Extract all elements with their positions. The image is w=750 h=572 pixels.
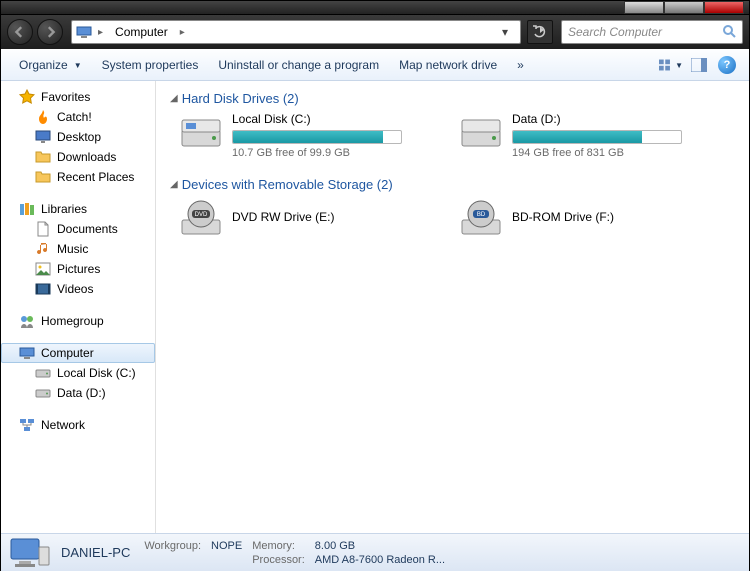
help-button[interactable]: ? [715, 53, 739, 77]
dvd-drive-icon: DVD [180, 198, 222, 240]
status-memory-label: Memory: [252, 540, 305, 552]
title-bar [1, 1, 749, 15]
main-area: Favorites Catch! Desktop Downloads Recen… [1, 81, 749, 533]
navigation-pane: Favorites Catch! Desktop Downloads Recen… [1, 81, 156, 533]
drive-bd-rom-f[interactable]: BD BD-ROM Drive (F:) [460, 198, 720, 240]
folder-icon [35, 169, 51, 185]
status-computer-name: DANIEL-PC [61, 545, 130, 560]
pictures-icon [35, 261, 51, 277]
sidebar-libraries-header[interactable]: Libraries [1, 199, 155, 219]
drive-dvd-rw-e[interactable]: DVD DVD RW Drive (E:) [180, 198, 440, 240]
address-bar[interactable]: ▸ Computer ▸ ▾ [71, 20, 521, 44]
sidebar-network[interactable]: Network [1, 415, 155, 435]
sidebar-item-music[interactable]: Music [1, 239, 155, 259]
status-processor-label: Processor: [252, 554, 305, 566]
status-workgroup-label: Workgroup: [144, 540, 201, 552]
drive-label: Data (D:) [512, 112, 720, 126]
group-removable-storage[interactable]: ◢ Devices with Removable Storage (2) [170, 177, 735, 192]
breadcrumb-separator-icon[interactable]: ▸ [96, 27, 105, 38]
command-bar: Organize▼ System properties Uninstall or… [1, 49, 749, 81]
uninstall-program-button[interactable]: Uninstall or change a program [210, 54, 387, 76]
toolbar-overflow-button[interactable]: » [509, 54, 532, 76]
collapse-icon: ◢ [170, 179, 178, 190]
chevron-down-icon: ▼ [675, 61, 683, 70]
details-pane: DANIEL-PC Workgroup: NOPE Memory: 8.00 G… [1, 533, 749, 571]
flame-icon [35, 109, 51, 125]
organize-button[interactable]: Organize▼ [11, 54, 90, 76]
collapse-icon: ◢ [170, 93, 178, 104]
computer-icon [76, 24, 92, 40]
group-hard-disk-drives[interactable]: ◢ Hard Disk Drives (2) [170, 91, 735, 106]
folder-icon [35, 149, 51, 165]
sidebar-item-desktop[interactable]: Desktop [1, 127, 155, 147]
sidebar-item-videos[interactable]: Videos [1, 279, 155, 299]
drive-data-d[interactable]: Data (D:) 194 GB free of 831 GB [460, 112, 720, 159]
drive-icon [35, 385, 51, 401]
star-icon [19, 89, 35, 105]
breadcrumb-computer[interactable]: Computer [109, 21, 174, 43]
desktop-icon [35, 129, 51, 145]
address-dropdown-button[interactable]: ▾ [494, 21, 516, 43]
status-memory-value: 8.00 GB [315, 540, 445, 552]
chevron-down-icon: ▼ [74, 61, 82, 70]
preview-pane-button[interactable] [687, 53, 711, 77]
drive-icon [35, 365, 51, 381]
sidebar-item-catch[interactable]: Catch! [1, 107, 155, 127]
sidebar-item-recent-places[interactable]: Recent Places [1, 167, 155, 187]
drive-space-fill [513, 131, 642, 143]
svg-text:BD: BD [477, 212, 486, 218]
documents-icon [35, 221, 51, 237]
hard-drive-icon [460, 112, 502, 154]
content-pane: ◢ Hard Disk Drives (2) Local Disk (C:) 1… [156, 81, 749, 533]
forward-button[interactable] [37, 19, 63, 45]
drive-label: DVD RW Drive (E:) [232, 210, 440, 224]
drive-free-text: 10.7 GB free of 99.9 GB [232, 147, 440, 159]
drive-free-text: 194 GB free of 831 GB [512, 147, 720, 159]
search-input[interactable]: Search Computer [561, 20, 743, 44]
search-placeholder: Search Computer [568, 25, 662, 39]
system-properties-button[interactable]: System properties [94, 54, 207, 76]
sidebar-homegroup[interactable]: Homegroup [1, 311, 155, 331]
sidebar-favorites-header[interactable]: Favorites [1, 87, 155, 107]
drive-space-fill [233, 131, 383, 143]
drive-local-disk-c[interactable]: Local Disk (C:) 10.7 GB free of 99.9 GB [180, 112, 440, 159]
sidebar-computer[interactable]: Computer [1, 343, 155, 363]
homegroup-icon [19, 313, 35, 329]
breadcrumb-separator-icon[interactable]: ▸ [178, 27, 187, 38]
sidebar-item-local-disk-c[interactable]: Local Disk (C:) [1, 363, 155, 383]
sidebar-item-pictures[interactable]: Pictures [1, 259, 155, 279]
music-icon [35, 241, 51, 257]
bluray-drive-icon: BD [460, 198, 502, 240]
refresh-button[interactable] [527, 20, 553, 44]
map-network-drive-button[interactable]: Map network drive [391, 54, 505, 76]
drive-label: Local Disk (C:) [232, 112, 440, 126]
computer-icon [19, 345, 35, 361]
network-icon [19, 417, 35, 433]
window-minimize-button[interactable] [624, 1, 664, 14]
back-button[interactable] [7, 19, 33, 45]
videos-icon [35, 281, 51, 297]
navigation-bar: ▸ Computer ▸ ▾ Search Computer [1, 15, 749, 49]
hard-drive-icon [180, 112, 222, 154]
drive-space-bar [512, 130, 682, 144]
window-close-button[interactable] [704, 1, 744, 14]
status-workgroup-value: NOPE [211, 540, 242, 552]
svg-text:DVD: DVD [195, 212, 208, 218]
sidebar-item-data-d[interactable]: Data (D:) [1, 383, 155, 403]
sidebar-item-downloads[interactable]: Downloads [1, 147, 155, 167]
view-options-button[interactable]: ▼ [659, 53, 683, 77]
computer-large-icon [9, 537, 51, 569]
drive-label: BD-ROM Drive (F:) [512, 210, 720, 224]
status-processor-value: AMD A8-7600 Radeon R... [315, 554, 445, 566]
search-icon [722, 24, 736, 41]
libraries-icon [19, 201, 35, 217]
window-maximize-button[interactable] [664, 1, 704, 14]
drive-space-bar [232, 130, 402, 144]
sidebar-item-documents[interactable]: Documents [1, 219, 155, 239]
